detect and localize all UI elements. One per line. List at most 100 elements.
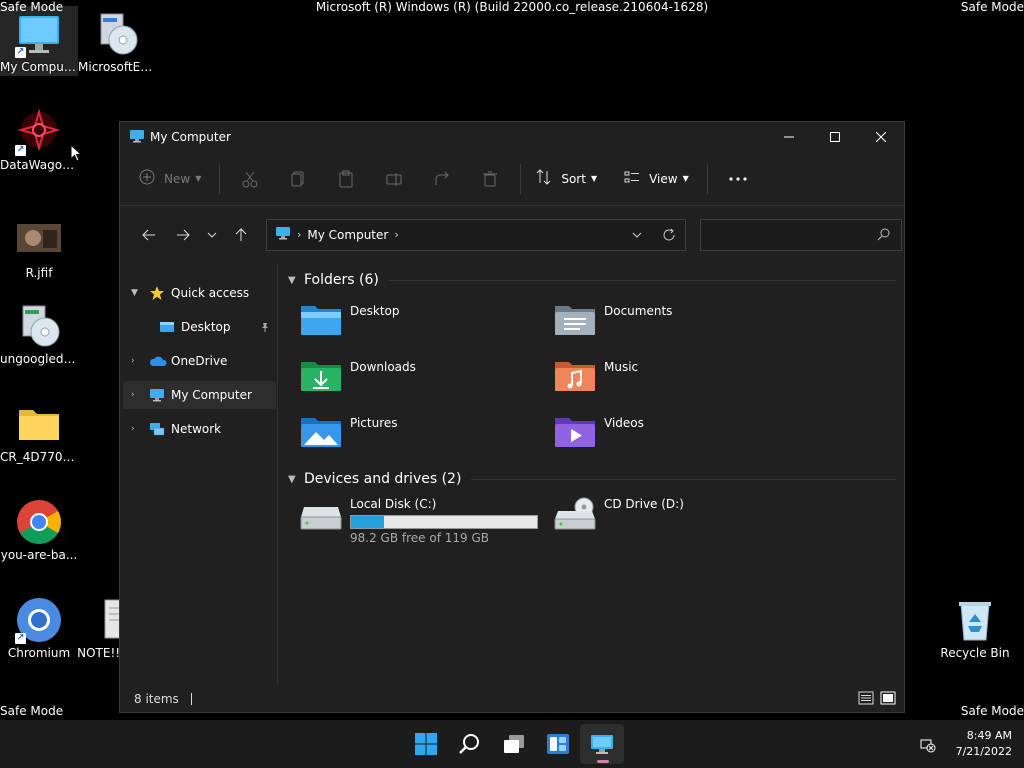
chromium-icon: ↗: [15, 596, 63, 644]
desktop-icon-ungoogled[interactable]: ungoogled-...: [0, 298, 78, 366]
explorer-window[interactable]: My Computer New ▼ Sort ▼ View ▼ › My Com…: [119, 121, 905, 713]
ellipsis-icon: [729, 176, 747, 181]
search-input[interactable]: [700, 218, 902, 251]
chevron-down-icon[interactable]: ▼: [131, 288, 149, 298]
taskbar: 8:49 AM 7/21/2022: [0, 720, 1024, 768]
folder-videos[interactable]: Videos: [554, 406, 808, 462]
widgets-button[interactable]: [536, 724, 580, 764]
taskbar-my-computer[interactable]: [580, 724, 624, 764]
safe-mode-label: Safe Mode: [960, 0, 1024, 14]
cloud-icon: [149, 355, 171, 367]
shortcut-arrow-icon: ↗: [15, 633, 26, 644]
separator: [219, 163, 221, 194]
view-button[interactable]: View ▼: [623, 163, 689, 195]
app-icon: ↗: [15, 108, 63, 156]
address-dropdown-button[interactable]: [621, 232, 653, 238]
up-button[interactable]: [224, 220, 258, 250]
chevron-right-icon[interactable]: ›: [131, 424, 149, 434]
desktop-folder-icon: [300, 302, 350, 339]
desktop-icon-microsoftedge[interactable]: MicrosoftEd...: [78, 6, 156, 74]
clock-time: 8:49 AM: [966, 729, 1012, 742]
trash-icon: [483, 171, 498, 186]
more-options-button[interactable]: [714, 163, 762, 195]
chevron-down-icon: ▼: [288, 274, 296, 286]
maximize-button[interactable]: [812, 122, 858, 152]
music-folder-icon: [554, 358, 604, 395]
monitor-icon: [149, 387, 171, 403]
breadcrumb-my-computer[interactable]: My Computer: [307, 228, 388, 242]
share-button[interactable]: [418, 163, 466, 195]
folder-music[interactable]: Music: [554, 350, 808, 406]
search-button[interactable]: [448, 724, 492, 764]
copy-button[interactable]: [274, 163, 322, 195]
folder-downloads[interactable]: Downloads: [300, 350, 554, 406]
chevron-down-icon: ▼: [590, 174, 598, 183]
separator: [520, 163, 522, 194]
paste-button[interactable]: [322, 163, 370, 195]
tiles-view-button[interactable]: [880, 691, 896, 708]
monitor-icon: [129, 128, 145, 147]
desktop-folder-icon: [159, 319, 181, 335]
task-view-button[interactable]: [492, 724, 536, 764]
shortcut-arrow-icon: ↗: [15, 145, 26, 156]
clock[interactable]: 8:49 AM 7/21/2022: [956, 728, 1012, 760]
desktop-icon-you-are-ba[interactable]: you-are-ba...: [0, 494, 78, 562]
installer-icon: [93, 10, 141, 58]
back-button[interactable]: [132, 220, 166, 250]
scissors-icon: [242, 171, 258, 187]
pictures-folder-icon: [300, 414, 350, 451]
desktop-icon-recycle-bin[interactable]: Recycle Bin: [936, 592, 1014, 660]
desktop-icon-chromium[interactable]: ↗ Chromium: [0, 592, 78, 660]
rename-button[interactable]: [370, 163, 418, 195]
minimize-button[interactable]: [766, 122, 812, 152]
delete-button[interactable]: [466, 163, 514, 195]
nav-quick-access[interactable]: ▼ Quick access: [123, 279, 276, 307]
nav-desktop[interactable]: Desktop: [123, 313, 276, 341]
refresh-button[interactable]: [653, 228, 685, 242]
pin-icon[interactable]: [260, 321, 270, 335]
divider: [388, 279, 896, 281]
monitor-icon: [275, 225, 291, 244]
nav-onedrive[interactable]: › OneDrive: [123, 347, 276, 375]
sort-button[interactable]: Sort ▼: [535, 163, 597, 195]
chevron-right-icon[interactable]: ›: [131, 390, 149, 400]
active-indicator: [597, 760, 609, 763]
drive-local-disk-c[interactable]: Local Disk (C:) 98.2 GB free of 119 GB: [300, 497, 554, 545]
desktop-icon-cr-folder[interactable]: CR_4D770.t...: [0, 396, 78, 464]
close-button[interactable]: [858, 122, 904, 152]
cd-drive-icon: [554, 497, 604, 534]
details-view-button[interactable]: [858, 691, 874, 708]
desktop-icon-my-computer[interactable]: ↗ My Computer: [0, 6, 78, 76]
new-button[interactable]: New ▼: [138, 163, 201, 195]
installer-icon: [15, 302, 63, 350]
drives-group-header[interactable]: ▼ Devices and drives (2): [286, 465, 896, 493]
start-button[interactable]: [404, 724, 448, 764]
desktop-icon-r-jfif[interactable]: R.jfif: [0, 212, 78, 280]
chevron-down-icon: [632, 232, 642, 238]
task-view-icon: [504, 735, 524, 753]
folder-documents[interactable]: Documents: [554, 294, 808, 350]
folder-desktop[interactable]: Desktop: [300, 294, 554, 350]
drive-cd-d[interactable]: CD Drive (D:): [554, 497, 808, 545]
address-bar[interactable]: › My Computer ›: [266, 218, 686, 251]
sort-icon: [535, 168, 553, 189]
tiles-view-icon: [880, 691, 896, 704]
chevron-down-icon: [207, 232, 217, 238]
nav-my-computer[interactable]: › My Computer: [123, 381, 276, 409]
recent-locations-button[interactable]: [200, 220, 224, 250]
folder-pictures[interactable]: Pictures: [300, 406, 554, 462]
text-file-icon: [77, 596, 126, 644]
forward-button[interactable]: [166, 220, 200, 250]
network-disconnected-icon[interactable]: [918, 735, 936, 756]
safe-mode-label: Safe Mode: [960, 704, 1024, 718]
title-bar[interactable]: My Computer: [120, 122, 904, 152]
star-icon: [149, 285, 171, 301]
folders-group-header[interactable]: ▼ Folders (6): [286, 266, 896, 294]
safe-mode-label: Safe Mode: [0, 704, 64, 718]
nav-network[interactable]: › Network: [123, 415, 276, 443]
chevron-right-icon[interactable]: ›: [394, 228, 398, 241]
cut-button[interactable]: [226, 163, 274, 195]
monitor-icon: [591, 735, 613, 754]
chevron-right-icon[interactable]: ›: [131, 356, 149, 366]
desktop-icon-datawagon[interactable]: ↗ DataWagon...: [0, 104, 78, 172]
